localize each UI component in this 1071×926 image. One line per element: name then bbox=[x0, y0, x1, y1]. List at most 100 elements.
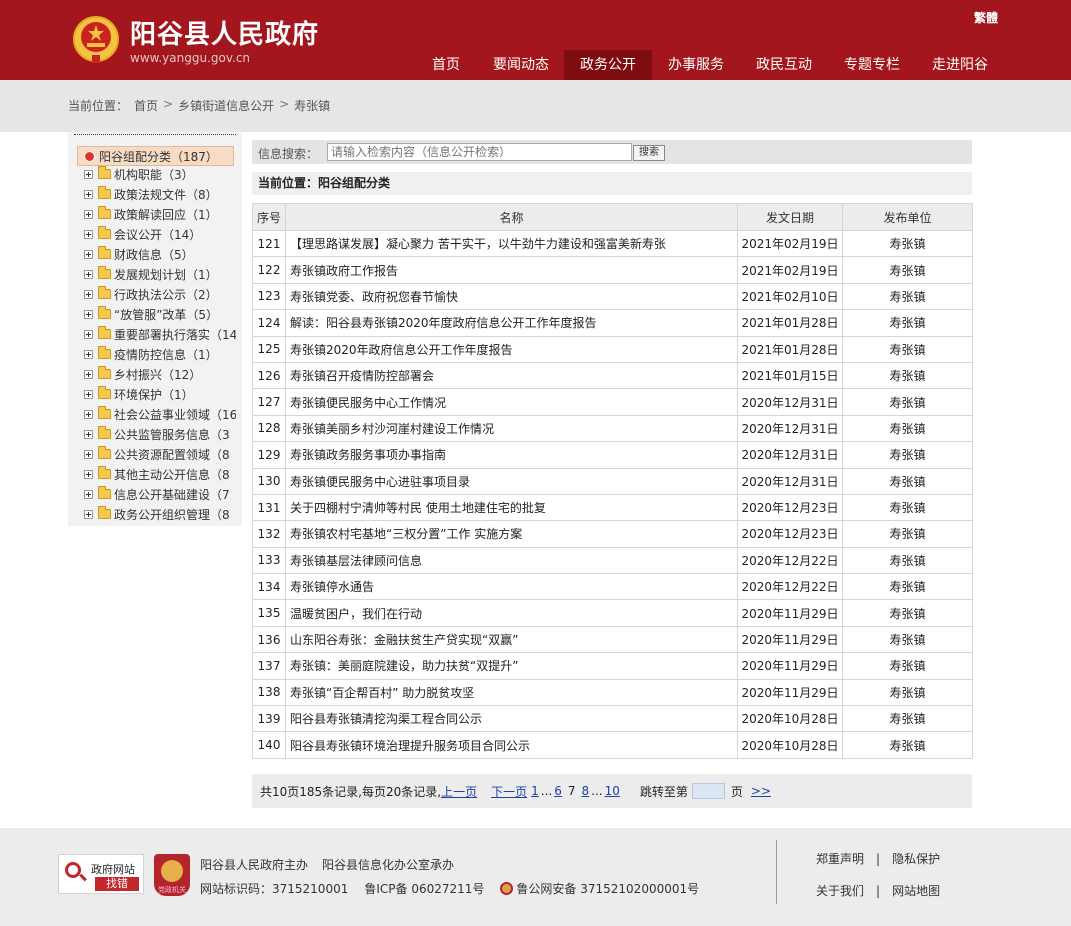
next-page-link[interactable]: 下一页 bbox=[491, 783, 527, 800]
site-title[interactable]: 阳谷县人民政府 bbox=[130, 14, 319, 51]
footer-link-privacy[interactable]: 隐私保护 bbox=[892, 852, 940, 866]
tree-item[interactable]: 发展规划计划（1） bbox=[84, 264, 236, 284]
expand-icon[interactable] bbox=[84, 409, 93, 419]
page-link-8[interactable]: 8 bbox=[581, 784, 589, 798]
find-error-badge[interactable]: 政府网站 找错 bbox=[58, 854, 144, 894]
tree-item[interactable]: 财政信息（5） bbox=[84, 244, 236, 264]
tree-item[interactable]: 公共资源配置领域（8 bbox=[84, 444, 236, 464]
document-link[interactable]: 阳谷县寿张镇清挖沟渠工程合同公示 bbox=[285, 705, 738, 733]
tree-item[interactable]: 政策法规文件（8） bbox=[84, 184, 236, 204]
expand-icon[interactable] bbox=[84, 369, 93, 379]
tree-item[interactable]: 机构职能（3） bbox=[84, 164, 236, 184]
document-link[interactable]: 寿张镇政务服务事项办事指南 bbox=[285, 441, 738, 469]
document-link[interactable]: 寿张镇基层法律顾问信息 bbox=[285, 546, 738, 575]
tree-item-label[interactable]: 疫情防控信息（1） bbox=[114, 346, 218, 363]
document-link[interactable]: 寿张镇2020年政府信息公开工作年度报告 bbox=[285, 335, 738, 363]
expand-icon[interactable] bbox=[84, 449, 93, 459]
breadcrumb-home[interactable]: 首页 bbox=[134, 97, 158, 114]
footer-link-about[interactable]: 关于我们 bbox=[816, 884, 864, 898]
tree-item-label[interactable]: 财政信息（5） bbox=[114, 246, 194, 263]
tree-item[interactable]: 乡村振兴（12） bbox=[84, 364, 236, 384]
tree-item-label[interactable]: 政策解读回应（1） bbox=[114, 206, 218, 223]
tree-item[interactable]: 政务公开组织管理（8 bbox=[84, 504, 236, 524]
tree-item[interactable]: 疫情防控信息（1） bbox=[84, 344, 236, 364]
page-link-1[interactable]: 1 bbox=[531, 784, 539, 798]
document-link[interactable]: 寿张镇：美丽庭院建设，助力扶贫“双提升” bbox=[285, 652, 738, 680]
document-link[interactable]: 寿张镇便民服务中心工作情况 bbox=[285, 388, 738, 416]
expand-icon[interactable] bbox=[84, 269, 93, 279]
tree-item-label[interactable]: 行政执法公示（2） bbox=[114, 286, 218, 303]
document-link[interactable]: 寿张镇农村宅基地“三权分置”工作 实施方案 bbox=[285, 520, 738, 548]
prev-page-link[interactable]: 上一页 bbox=[441, 783, 477, 800]
nav-services[interactable]: 办事服务 bbox=[652, 50, 740, 80]
document-link[interactable]: 寿张镇党委、政府祝您春节愉快 bbox=[285, 282, 738, 311]
search-input[interactable] bbox=[327, 143, 632, 161]
nav-interaction[interactable]: 政民互动 bbox=[740, 50, 828, 80]
expand-icon[interactable] bbox=[84, 489, 93, 499]
tree-item[interactable]: “放管服”改革（5） bbox=[84, 304, 236, 324]
jump-go-link[interactable]: >> bbox=[751, 784, 771, 798]
page-link-10[interactable]: 10 bbox=[605, 784, 620, 798]
search-button[interactable]: 搜索 bbox=[633, 145, 665, 161]
tree-root-item[interactable]: 阳谷组配分类（187） bbox=[77, 146, 234, 166]
document-link[interactable]: 寿张镇便民服务中心进驻事项目录 bbox=[285, 467, 738, 495]
tree-item-label[interactable]: “放管服”改革（5） bbox=[114, 306, 218, 323]
document-link[interactable]: 关于四棚村宁清帅等村民 使用土地建住宅的批复 bbox=[285, 493, 738, 522]
expand-icon[interactable] bbox=[84, 349, 93, 359]
tree-item-label[interactable]: 乡村振兴（12） bbox=[114, 366, 201, 383]
expand-icon[interactable] bbox=[84, 309, 93, 319]
document-link[interactable]: 解读：阳谷县寿张镇2020年度政府信息公开工作年度报告 bbox=[285, 309, 738, 337]
document-link[interactable]: 寿张镇召开疫情防控部署会 bbox=[285, 361, 738, 390]
tree-item[interactable]: 政策解读回应（1） bbox=[84, 204, 236, 224]
expand-icon[interactable] bbox=[84, 289, 93, 299]
tree-item[interactable]: 公共监管服务信息（3 bbox=[84, 424, 236, 444]
document-link[interactable]: 寿张镇美丽乡村沙河崖村建设工作情况 bbox=[285, 414, 738, 443]
tree-item-label[interactable]: 环境保护（1） bbox=[114, 386, 194, 403]
tree-item[interactable]: 其他主动公开信息（8 bbox=[84, 464, 236, 484]
document-link[interactable]: 寿张镇政府工作报告 bbox=[285, 256, 738, 284]
tree-item-label[interactable]: 社会公益事业领域（16 bbox=[114, 406, 236, 423]
tree-item-label[interactable]: 其他主动公开信息（8 bbox=[114, 466, 230, 483]
footer-link-disclaimer[interactable]: 郑重声明 bbox=[816, 852, 864, 866]
document-link[interactable]: 温暖贫困户，我们在行动 bbox=[285, 599, 738, 627]
document-link[interactable]: 【理思路谋发展】凝心聚力 苦干实干，以牛劲牛力建设和强富美新寿张 bbox=[285, 229, 738, 258]
breadcrumb-township-info[interactable]: 乡镇街道信息公开 bbox=[178, 97, 274, 114]
document-link[interactable]: 寿张镇“百企帮百村” 助力脱贫攻坚 bbox=[285, 678, 738, 707]
tree-item[interactable]: 社会公益事业领域（16 bbox=[84, 404, 236, 424]
traditional-chinese-toggle[interactable]: 繁體 bbox=[974, 9, 998, 26]
document-link[interactable]: 寿张镇停水通告 bbox=[285, 573, 738, 601]
expand-icon[interactable] bbox=[84, 329, 93, 339]
expand-icon[interactable] bbox=[84, 249, 93, 259]
tree-item-label[interactable]: 机构职能（3） bbox=[114, 166, 194, 183]
tree-item-label[interactable]: 公共监管服务信息（3 bbox=[114, 426, 230, 443]
expand-icon[interactable] bbox=[84, 189, 93, 199]
expand-icon[interactable] bbox=[84, 229, 93, 239]
expand-icon[interactable] bbox=[84, 469, 93, 479]
nav-gov-affairs[interactable]: 政务公开 bbox=[564, 50, 652, 80]
document-link[interactable]: 山东阳谷寿张：金融扶贫生产贷实现“双赢” bbox=[285, 625, 738, 654]
jump-page-input[interactable] bbox=[691, 783, 725, 799]
expand-icon[interactable] bbox=[84, 169, 93, 179]
nav-home[interactable]: 首页 bbox=[414, 50, 478, 80]
tree-item[interactable]: 行政执法公示（2） bbox=[84, 284, 236, 304]
expand-icon[interactable] bbox=[84, 429, 93, 439]
tree-item-label[interactable]: 信息公开基础建设（7 bbox=[114, 486, 230, 503]
document-link[interactable]: 阳谷县寿张镇环境治理提升服务项目合同公示 bbox=[285, 731, 738, 759]
tree-item-label[interactable]: 会议公开（14） bbox=[114, 226, 201, 243]
tree-item[interactable]: 重要部署执行落实（14 bbox=[84, 324, 236, 344]
tree-item-label[interactable]: 发展规划计划（1） bbox=[114, 266, 218, 283]
tree-item[interactable]: 环境保护（1） bbox=[84, 384, 236, 404]
nav-about-yanggu[interactable]: 走进阳谷 bbox=[916, 50, 1004, 80]
tree-item[interactable]: 信息公开基础建设（7 bbox=[84, 484, 236, 504]
tree-item-label[interactable]: 重要部署执行落实（14 bbox=[114, 326, 236, 343]
breadcrumb-shouzhang[interactable]: 寿张镇 bbox=[294, 97, 330, 114]
nav-news[interactable]: 要闻动态 bbox=[478, 50, 564, 80]
footer-icp[interactable]: 鲁ICP备 06027211号 bbox=[364, 880, 484, 897]
tree-item-label[interactable]: 政务公开组织管理（8 bbox=[114, 506, 230, 523]
expand-icon[interactable] bbox=[84, 209, 93, 219]
nav-special-topics[interactable]: 专题专栏 bbox=[828, 50, 916, 80]
page-link-6[interactable]: 6 bbox=[554, 784, 562, 798]
expand-icon[interactable] bbox=[84, 389, 93, 399]
collapse-icon[interactable] bbox=[84, 150, 95, 162]
tree-item[interactable]: 会议公开（14） bbox=[84, 224, 236, 244]
